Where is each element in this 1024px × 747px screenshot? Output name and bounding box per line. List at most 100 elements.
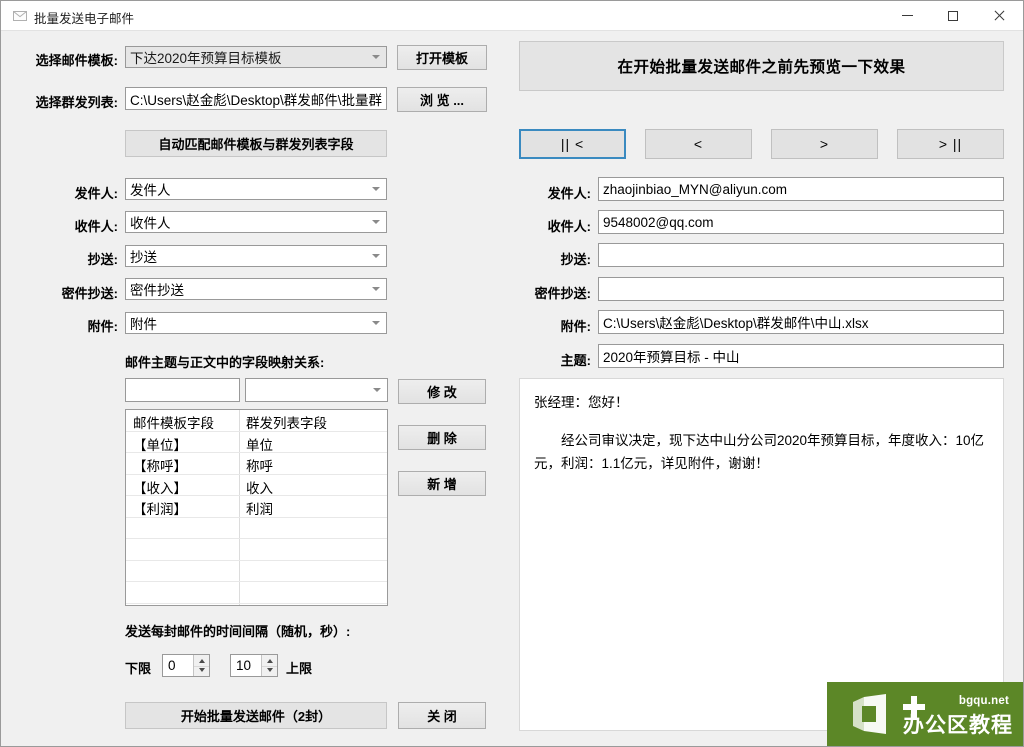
cell-list-field: 收入 xyxy=(246,480,273,496)
mapping-table[interactable]: 邮件模板字段 群发列表字段 【单位】 单位 【称呼】 称呼 【收入】 收入 【利… xyxy=(125,409,388,606)
attachment-combo[interactable]: 附件 xyxy=(125,312,387,334)
body-greeting: 张经理：您好！ xyxy=(534,395,629,410)
stepper-down-icon[interactable] xyxy=(266,668,273,672)
bcc-combo[interactable]: 密件抄送 xyxy=(125,278,387,300)
stepper-arrows[interactable] xyxy=(261,655,277,676)
cell-template-field: 【称呼】 xyxy=(133,459,187,474)
chevron-down-icon xyxy=(372,55,380,59)
table-row[interactable]: 【单位】 单位 xyxy=(126,432,387,453)
preview-recipient-input[interactable]: 9548002@qq.com xyxy=(598,210,1004,234)
sender-combo[interactable]: 发件人 xyxy=(125,178,387,200)
preview-header-button[interactable]: 在开始批量发送邮件之前先预览一下效果 xyxy=(519,41,1004,91)
template-combo[interactable]: 下达2020年预算目标模板 xyxy=(125,46,387,68)
recipient-combo-value: 收件人 xyxy=(130,216,171,231)
table-row[interactable]: 【收入】 收入 xyxy=(126,475,387,496)
table-row-empty[interactable] xyxy=(126,518,387,539)
template-label: 选择邮件模板: xyxy=(35,53,118,68)
watermark-domain: bgqu.net xyxy=(958,695,1009,707)
chevron-down-icon xyxy=(372,187,380,191)
interval-min-label: 下限 xyxy=(125,661,152,676)
preview-attachment-label: 附件: xyxy=(560,319,591,334)
template-combo-value: 下达2020年预算目标模板 xyxy=(130,51,282,66)
table-row-empty[interactable] xyxy=(126,561,387,582)
cc-combo[interactable]: 抄送 xyxy=(125,245,387,267)
sender-label: 发件人: xyxy=(74,186,118,201)
preview-sender-input[interactable]: zhaojinbiao_MYN@aliyun.com xyxy=(598,177,1004,201)
close-window-button[interactable] xyxy=(976,1,1022,30)
table-row[interactable]: 【称呼】 称呼 xyxy=(126,453,387,475)
recipient-combo[interactable]: 收件人 xyxy=(125,211,387,233)
preview-subject-label: 主题: xyxy=(560,353,591,368)
browse-button[interactable]: 浏 览 ... xyxy=(397,87,487,112)
start-send-button[interactable]: 开始批量发送邮件（2封） xyxy=(125,702,387,729)
bcc-combo-value: 密件抄送 xyxy=(130,283,184,298)
minimize-button[interactable] xyxy=(884,1,930,30)
maximize-button[interactable] xyxy=(930,1,976,30)
close-button[interactable]: 关 闭 xyxy=(398,702,486,729)
open-template-button[interactable]: 打开模板 xyxy=(397,45,487,70)
nav-previous-button[interactable]: < xyxy=(645,129,752,159)
interval-min-stepper[interactable]: 0 xyxy=(162,654,210,677)
table-row-empty[interactable] xyxy=(126,604,387,606)
stepper-down-icon[interactable] xyxy=(198,668,205,672)
add-mapping-button[interactable]: 新 增 xyxy=(398,471,486,496)
mapping-table-header-row: 邮件模板字段 群发列表字段 xyxy=(126,410,387,432)
cell-list-field: 利润 xyxy=(246,502,273,517)
interval-max-stepper[interactable]: 10 xyxy=(230,654,278,677)
interval-min-value: 0 xyxy=(168,658,176,673)
header-list-field: 群发列表字段 xyxy=(246,416,327,431)
cell-list-field: 单位 xyxy=(246,437,273,453)
preview-attachment-input[interactable]: C:\Users\赵金彪\Desktop\群发邮件\中山.xlsx xyxy=(598,310,1004,334)
preview-subject-input[interactable]: 2020年预算目标 - 中山 xyxy=(598,344,1004,368)
preview-bcc-input[interactable] xyxy=(598,277,1004,301)
list-path-input[interactable]: C:\Users\赵金彪\Desktop\群发邮件\批量群 xyxy=(125,87,387,110)
office-logo-icon xyxy=(850,694,890,734)
close-icon xyxy=(993,10,1005,22)
title-bar: 批量发送电子邮件 xyxy=(1,1,1023,31)
sender-combo-value: 发件人 xyxy=(130,183,171,198)
attachment-label: 附件: xyxy=(87,319,118,334)
interval-max-label: 上限 xyxy=(286,661,313,676)
chevron-down-icon xyxy=(372,321,380,325)
cell-template-field: 【收入】 xyxy=(133,480,187,496)
nav-first-button[interactable]: || < xyxy=(519,129,626,159)
preview-sender-label: 发件人: xyxy=(547,186,591,201)
table-row[interactable]: 【利润】 利润 xyxy=(126,496,387,518)
nav-next-button[interactable]: > xyxy=(771,129,878,159)
preview-cc-input[interactable] xyxy=(598,243,1004,267)
delete-mapping-button[interactable]: 删 除 xyxy=(398,425,486,450)
stepper-up-icon[interactable] xyxy=(198,659,205,663)
cc-label: 抄送: xyxy=(87,252,118,267)
nav-last-button[interactable]: > || xyxy=(897,129,1004,159)
cell-template-field: 【利润】 xyxy=(133,502,187,517)
body-paragraph: 经公司审议决定，现下达中山分公司2020年预算目标，年度收入：10亿元，利润：1… xyxy=(534,432,985,472)
preview-bcc-label: 密件抄送: xyxy=(534,286,591,301)
recipient-label: 收件人: xyxy=(74,219,118,234)
mail-icon xyxy=(12,9,28,23)
cc-combo-value: 抄送 xyxy=(130,250,157,265)
app-window: 批量发送电子邮件 选择邮件模板: 下达2020年预算目标模板 打开模板 选择群发… xyxy=(0,0,1024,747)
mapping-heading: 邮件主题与正文中的字段映射关系: xyxy=(125,355,325,370)
chevron-down-icon xyxy=(373,388,381,392)
watermark: bgqu.net 办公区教程 xyxy=(827,682,1023,746)
preview-cc-label: 抄送: xyxy=(560,252,591,267)
stepper-arrows[interactable] xyxy=(193,655,209,676)
mapping-template-field-input[interactable] xyxy=(125,378,240,402)
auto-match-button[interactable]: 自动匹配邮件模板与群发列表字段 xyxy=(125,130,387,157)
stepper-up-icon[interactable] xyxy=(266,659,273,663)
attachment-combo-value: 附件 xyxy=(130,317,157,332)
chevron-down-icon xyxy=(372,220,380,224)
interval-max-value: 10 xyxy=(236,658,252,673)
chevron-down-icon xyxy=(372,254,380,258)
window-title: 批量发送电子邮件 xyxy=(34,12,135,26)
bcc-label: 密件抄送: xyxy=(61,286,118,301)
preview-body[interactable]: 张经理：您好！ 经公司审议决定，现下达中山分公司2020年预算目标，年度收入：1… xyxy=(519,378,1004,731)
table-row-empty[interactable] xyxy=(126,582,387,604)
mapping-list-field-combo[interactable] xyxy=(245,378,388,402)
table-row-empty[interactable] xyxy=(126,539,387,561)
header-template-field: 邮件模板字段 xyxy=(133,416,214,431)
modify-mapping-button[interactable]: 修 改 xyxy=(398,379,486,404)
list-label: 选择群发列表: xyxy=(35,95,118,110)
minimize-icon xyxy=(901,15,913,16)
interval-heading: 发送每封邮件的时间间隔（随机，秒）: xyxy=(125,624,351,639)
